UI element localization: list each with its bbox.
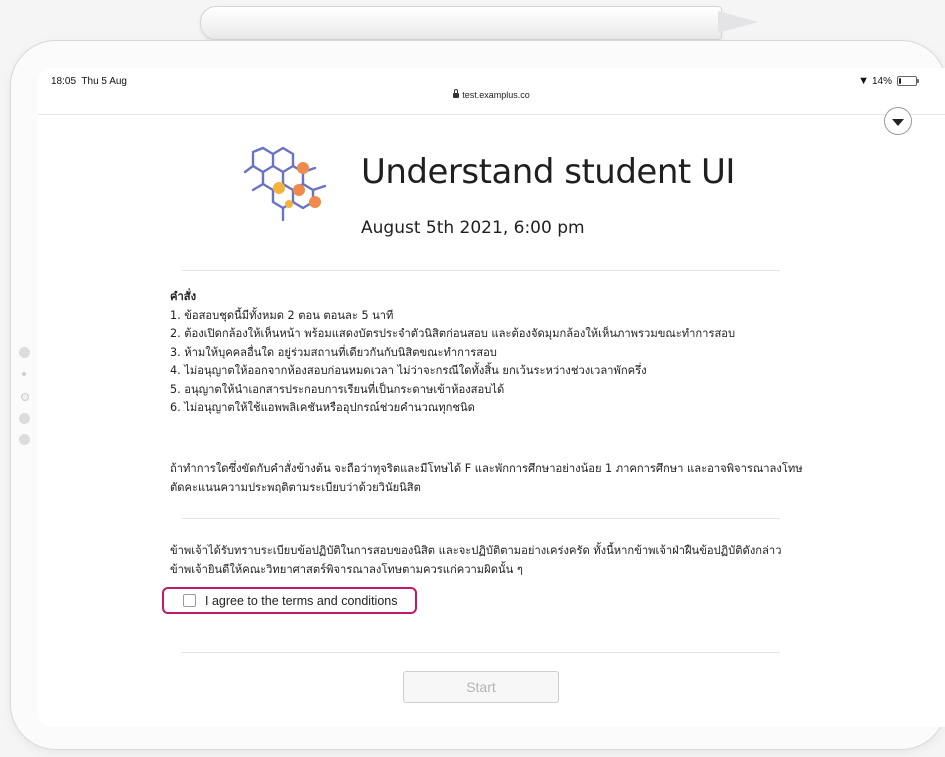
side-indicator-dot bbox=[22, 372, 26, 376]
side-indicator-dot bbox=[19, 434, 30, 445]
side-indicator-dot bbox=[19, 347, 30, 358]
dropdown-menu-button[interactable] bbox=[884, 107, 912, 135]
instruction-item: 2. ต้องเปิดกล้องให้เห็นหน้า พร้อมแสดงบัต… bbox=[170, 327, 736, 340]
battery-icon bbox=[897, 76, 919, 86]
agree-terms-checkbox-row[interactable]: I agree to the terms and conditions bbox=[162, 587, 417, 614]
side-indicator-dot bbox=[21, 393, 29, 401]
instruction-item: 3. ห้ามให้บุคคลอื่นใด อยู่ร่วมสถานที่เดี… bbox=[170, 345, 497, 359]
chevron-down-icon bbox=[892, 118, 904, 126]
address-bar[interactable]: test.examplus.co bbox=[38, 89, 945, 100]
status-indicators: ▼ 14% bbox=[858, 75, 919, 87]
browser-screen: 18:05 Thu 5 Aug test.examplus.co ▼ 14% U… bbox=[38, 68, 945, 727]
declaration-text: ข้าพเจ้าได้รับทราบระเบียบข้อปฏิบัติในการ… bbox=[170, 544, 782, 576]
instruction-item: 6. ไม่อนุญาตให้ใช้แอพพลิเคชันหรืออุปกรณ์… bbox=[170, 401, 475, 414]
molecule-logo bbox=[243, 146, 327, 222]
exam-title: Understand student UI bbox=[361, 152, 735, 192]
instructions-block: คำสั่ง 1. ข้อสอบชุดนี้มีทั้งหมด 2 ตอน ตอ… bbox=[170, 288, 810, 418]
agree-label: I agree to the terms and conditions bbox=[205, 593, 398, 608]
status-time: 18:05 Thu 5 Aug bbox=[51, 76, 127, 87]
apple-pencil bbox=[200, 6, 722, 40]
penalty-text: ถ้าทำการใดซึ่งขัดกับคำสั่งข้างต้น จะถือว… bbox=[170, 462, 803, 494]
start-button[interactable]: Start bbox=[403, 671, 559, 703]
instruction-item: 4. ไม่อนุญาตให้ออกจากห้องสอบก่อนหมดเวลา … bbox=[170, 364, 647, 377]
battery-percent: 14% bbox=[871, 75, 892, 87]
exam-datetime: August 5th 2021, 6:00 pm bbox=[361, 218, 585, 238]
instruction-item: 5. อนุญาตให้นำเอกสารประกอบการเรียนที่เป็… bbox=[170, 382, 505, 396]
status-bar: 18:05 Thu 5 Aug test.examplus.co ▼ 14% bbox=[38, 68, 945, 114]
instructions-heading: คำสั่ง bbox=[170, 290, 197, 303]
agree-checkbox[interactable] bbox=[183, 594, 196, 607]
lock-icon bbox=[453, 89, 460, 98]
instruction-item: 1. ข้อสอบชุดนี้มีทั้งหมด 2 ตอน ตอนละ 5 น… bbox=[170, 308, 394, 322]
section-divider bbox=[182, 652, 780, 653]
section-divider bbox=[182, 270, 780, 271]
url-text: test.examplus.co bbox=[462, 90, 530, 100]
wifi-icon: ▼ bbox=[858, 75, 869, 87]
apple-pencil-tip bbox=[718, 11, 758, 33]
battery-level-fill bbox=[899, 78, 901, 84]
side-indicator-dot bbox=[19, 413, 30, 424]
header-divider bbox=[38, 114, 945, 115]
section-divider bbox=[182, 518, 780, 519]
